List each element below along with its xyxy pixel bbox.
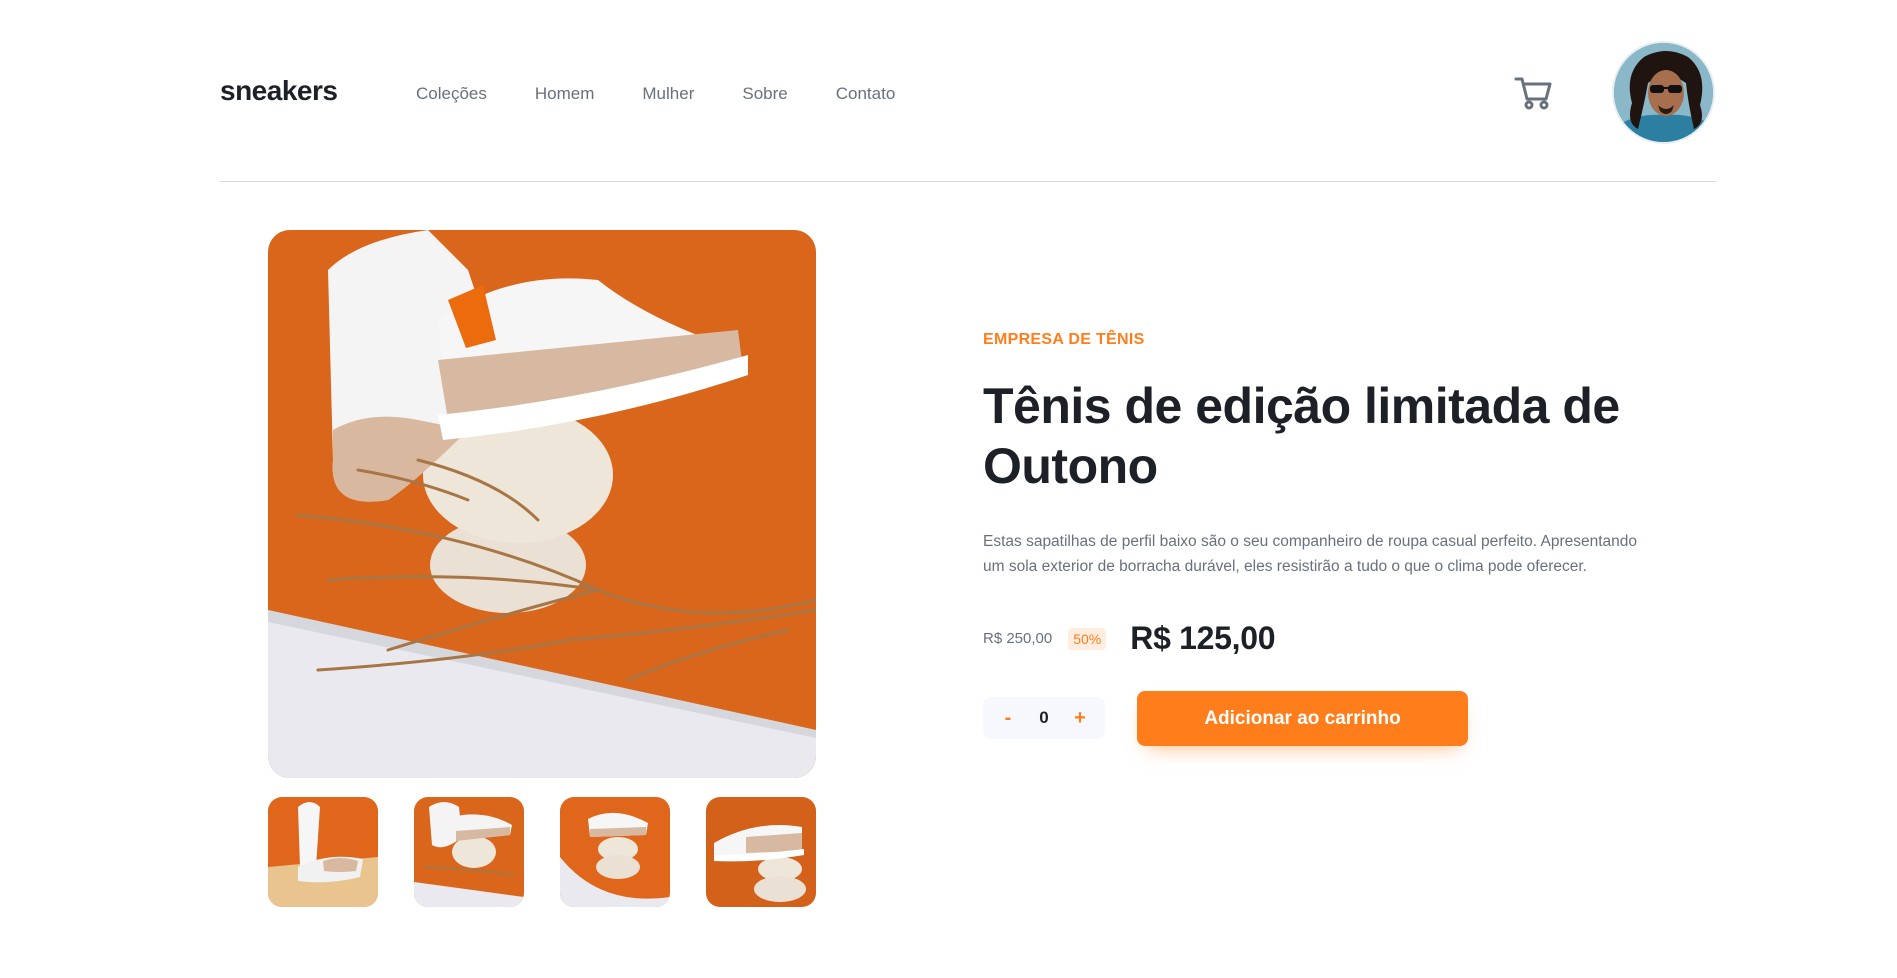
add-to-cart-button[interactable]: Adicionar ao carrinho bbox=[1137, 691, 1468, 746]
site-header: sneakers Coleções Homem Mulher Sobre Con… bbox=[220, 40, 1716, 182]
product-title: Tênis de edição limitada de Outono bbox=[983, 378, 1620, 494]
company-label: EMPRESA DE TÊNIS bbox=[983, 331, 1145, 348]
nav-item-homem[interactable]: Homem bbox=[535, 84, 595, 104]
thumbnail-strip bbox=[268, 797, 816, 907]
current-price: R$ 125,00 bbox=[1130, 620, 1276, 656]
thumbnail-1[interactable] bbox=[268, 797, 378, 907]
decrement-button[interactable]: - bbox=[999, 707, 1017, 730]
nav-item-mulher[interactable]: Mulher bbox=[642, 84, 694, 104]
product-description: Estas sapatilhas de perfil baixo são o s… bbox=[983, 533, 1638, 575]
price-row: R$ 250,00 50% R$ 125,00 bbox=[983, 620, 1276, 657]
quantity-value: 0 bbox=[1039, 708, 1049, 727]
old-price: R$ 250,00 bbox=[983, 630, 1053, 647]
discount-badge: 50% bbox=[1068, 627, 1107, 650]
thumbnail-3[interactable] bbox=[560, 797, 670, 907]
main-nav: Coleções Homem Mulher Sobre Contato bbox=[416, 84, 895, 104]
nav-item-contato[interactable]: Contato bbox=[836, 84, 896, 104]
thumbnail-2[interactable] bbox=[414, 797, 524, 907]
product-main-image[interactable] bbox=[268, 230, 816, 778]
increment-button[interactable]: + bbox=[1071, 707, 1089, 730]
thumbnail-4[interactable] bbox=[706, 797, 816, 907]
user-avatar[interactable] bbox=[1612, 41, 1715, 144]
logo[interactable]: sneakers bbox=[220, 75, 338, 107]
quantity-stepper: - 0 + bbox=[983, 697, 1105, 739]
nav-item-colecoes[interactable]: Coleções bbox=[416, 84, 487, 104]
cart-icon[interactable] bbox=[1512, 73, 1554, 111]
nav-item-sobre[interactable]: Sobre bbox=[742, 84, 787, 104]
product-info: EMPRESA DE TÊNIS Tênis de edição limitad… bbox=[983, 331, 1643, 579]
